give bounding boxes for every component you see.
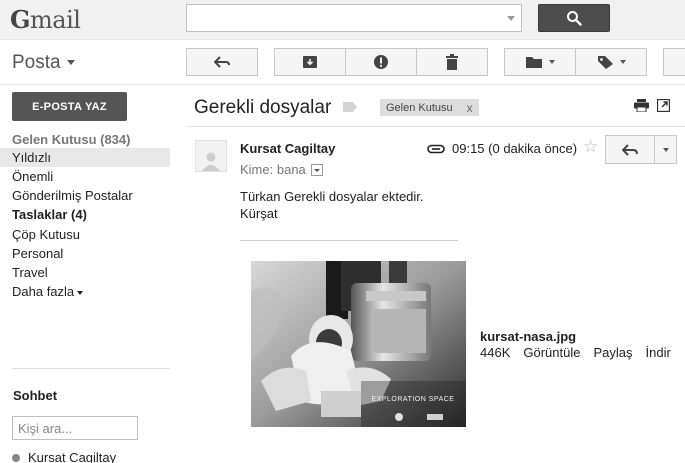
attachment-size: 446K [480, 345, 511, 360]
sidebar-item-travel[interactable]: Travel [0, 263, 170, 282]
sender-name[interactable]: Kursat Cagiltay [240, 141, 335, 156]
to-value: bana [276, 162, 306, 177]
sidebar-item-important[interactable]: Önemli [0, 167, 170, 186]
chevron-down-icon [662, 147, 669, 152]
message-more-button[interactable] [654, 135, 677, 164]
message-timestamp: 09:15 (0 dakika önce) [452, 141, 578, 156]
astronaut-photo: EXPLORATION SPACE · [251, 261, 466, 427]
chevron-down-icon [619, 60, 626, 64]
back-to-inbox-button[interactable] [186, 48, 258, 76]
chevron-down-icon [549, 60, 555, 64]
chat-section-title: Sohbet [13, 388, 58, 403]
image-subcaption: · [412, 405, 413, 409]
view-attachment-link[interactable]: Görüntüle [523, 345, 580, 360]
reply-arrow-icon [622, 143, 638, 156]
sidebar-item-drafts[interactable]: Taslaklar (4) [0, 205, 170, 224]
person-icon [202, 152, 220, 171]
mode-label: Posta [12, 52, 61, 73]
sidebar-item-label: Daha fazla [12, 284, 75, 299]
sidebar-item-sent[interactable]: Gönderilmiş Postalar [0, 186, 170, 205]
sidebar-item-more[interactable]: Daha fazla [0, 282, 170, 301]
folder-icon [526, 57, 542, 68]
move-to-button[interactable] [504, 48, 576, 76]
top-bar: Gmail [0, 0, 685, 40]
body-line: Türkan Gerekli dosyalar ektedir. [240, 189, 424, 204]
sidebar-item-starred[interactable]: Yıldızlı [0, 148, 170, 167]
thread-subject: Gerekli dosyalar [194, 97, 332, 118]
search-input[interactable] [186, 4, 522, 32]
label-icon [597, 55, 613, 69]
importance-marker-icon[interactable] [343, 102, 357, 112]
sidebar-item-trash[interactable]: Çöp Kutusu [0, 225, 170, 244]
search-button[interactable] [538, 4, 610, 32]
share-attachment-link[interactable]: Paylaş [593, 345, 632, 360]
gmail-logo[interactable]: Gmail [10, 5, 81, 34]
open-in-new-window-icon[interactable] [657, 99, 670, 112]
thread-header-divider [186, 126, 685, 127]
sidebar-item-personal[interactable]: Personal [0, 244, 170, 263]
attachment-divider [240, 240, 458, 241]
remove-label-icon[interactable]: x [467, 101, 473, 115]
sender-avatar [195, 140, 227, 172]
star-icon[interactable]: ☆ [583, 138, 598, 155]
chat-contact[interactable]: Kursat Cagiltay [12, 450, 116, 463]
sidebar-divider [12, 368, 170, 369]
spam-icon [374, 55, 388, 69]
back-arrow-icon [214, 56, 230, 68]
archive-button[interactable] [274, 48, 346, 76]
to-prefix: Kime: [240, 162, 274, 177]
chat-search-input[interactable] [12, 416, 138, 440]
chevron-down-icon [77, 290, 84, 295]
more-actions-button[interactable] [663, 48, 685, 76]
attachment-filename: kursat-nasa.jpg [480, 329, 577, 344]
chat-contact-name: Kursat Cagiltay [28, 450, 117, 463]
label-chip[interactable]: Gelen Kutusu x [380, 99, 479, 116]
image-caption: EXPLORATION SPACE [372, 396, 455, 403]
sidebar-item-inbox[interactable]: Gelen Kutusu (834) [0, 130, 170, 149]
attachment-thumbnail[interactable]: EXPLORATION SPACE · [251, 261, 466, 427]
search-icon [567, 11, 582, 26]
attachment-clip-icon [427, 144, 445, 154]
archive-icon [303, 56, 317, 68]
compose-button[interactable]: E-POSTA YAZ [12, 92, 127, 121]
attachment-actions: 446K Görüntüle Paylaş İndir [480, 345, 671, 360]
recipient-line: Kime: bana [240, 162, 323, 177]
report-spam-button[interactable] [345, 48, 417, 76]
download-attachment-link[interactable]: İndir [646, 345, 671, 360]
show-details-chevron-icon[interactable] [310, 163, 323, 176]
chevron-down-icon [66, 60, 75, 66]
presence-dot-icon [12, 453, 20, 462]
label-chip-text: Gelen Kutusu [386, 101, 453, 114]
print-icon[interactable] [634, 99, 649, 112]
reply-button[interactable] [605, 135, 655, 164]
trash-icon [446, 54, 458, 70]
search-options-chevron-icon[interactable] [507, 16, 515, 21]
toolbar-divider [0, 84, 685, 85]
labels-button[interactable] [575, 48, 647, 76]
message-body: Türkan Gerekli dosyalar ektedir. Kürşat [240, 188, 424, 222]
delete-button[interactable] [416, 48, 488, 76]
mode-switcher[interactable]: Posta [12, 52, 75, 74]
body-line: Kürşat [240, 206, 278, 221]
